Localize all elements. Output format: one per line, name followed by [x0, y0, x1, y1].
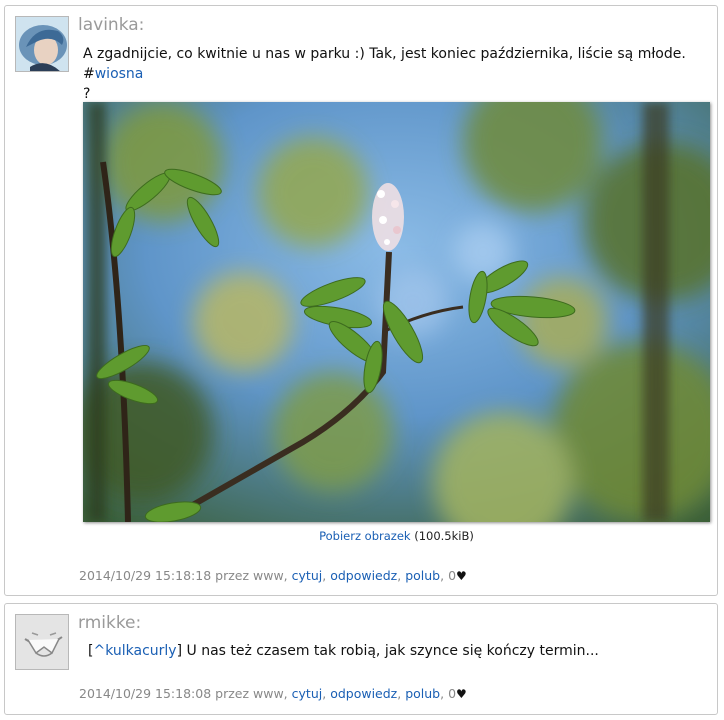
reply-link[interactable]: odpowiedz	[330, 568, 397, 583]
post-text-main: A zgadnijcie, co kwitnie u nas w parku :…	[83, 46, 686, 82]
reply-link[interactable]: odpowiedz	[330, 686, 397, 701]
lavinka-avatar[interactable]	[15, 16, 69, 72]
like-link[interactable]: polub	[405, 686, 440, 701]
post-text: A zgadnijcie, co kwitnie u nas w parku :…	[83, 44, 713, 104]
post-via: przez www,	[215, 686, 288, 701]
quote-link[interactable]: cytuj	[292, 568, 323, 583]
post-text-after: ?	[83, 86, 91, 102]
post-datetime: 2014/10/29 15:18:08	[79, 686, 212, 701]
rmikke-avatar[interactable]	[15, 614, 69, 670]
post-rmikke: rmikke: [^kulkacurly] U nas też czasem t…	[4, 603, 718, 715]
likes-count: 0	[448, 568, 457, 583]
mention-link[interactable]: ^kulkacurly	[93, 643, 176, 659]
download-row: Pobierz obrazek (100.5kiB)	[83, 529, 710, 543]
hashtag-link[interactable]: wiosna	[95, 66, 144, 82]
post-author[interactable]: rmikke:	[78, 613, 141, 633]
reply-suffix: ]	[176, 643, 183, 659]
post-author[interactable]: lavinka:	[78, 15, 144, 35]
heart-icon: ♥	[456, 687, 467, 701]
heart-icon: ♥	[456, 569, 467, 583]
post-photo[interactable]	[83, 102, 710, 522]
post-meta: 2014/10/29 15:18:08 przez www, cytuj, od…	[79, 686, 467, 701]
post-lavinka: lavinka: A zgadnijcie, co kwitnie u nas …	[4, 5, 718, 596]
download-image-link[interactable]: Pobierz obrazek	[319, 529, 410, 543]
post-text-main: U nas też czasem tak robią, jak szynce s…	[186, 643, 599, 659]
file-size: (100.5kiB)	[414, 529, 474, 543]
post-via: przez www,	[215, 568, 288, 583]
post-datetime: 2014/10/29 15:18:18	[79, 568, 212, 583]
quote-link[interactable]: cytuj	[292, 686, 323, 701]
like-link[interactable]: polub	[405, 568, 440, 583]
post-text: [^kulkacurly] U nas też czasem tak robią…	[88, 641, 718, 661]
post-meta: 2014/10/29 15:18:18 przez www, cytuj, od…	[79, 568, 467, 583]
likes-count: 0	[448, 686, 457, 701]
